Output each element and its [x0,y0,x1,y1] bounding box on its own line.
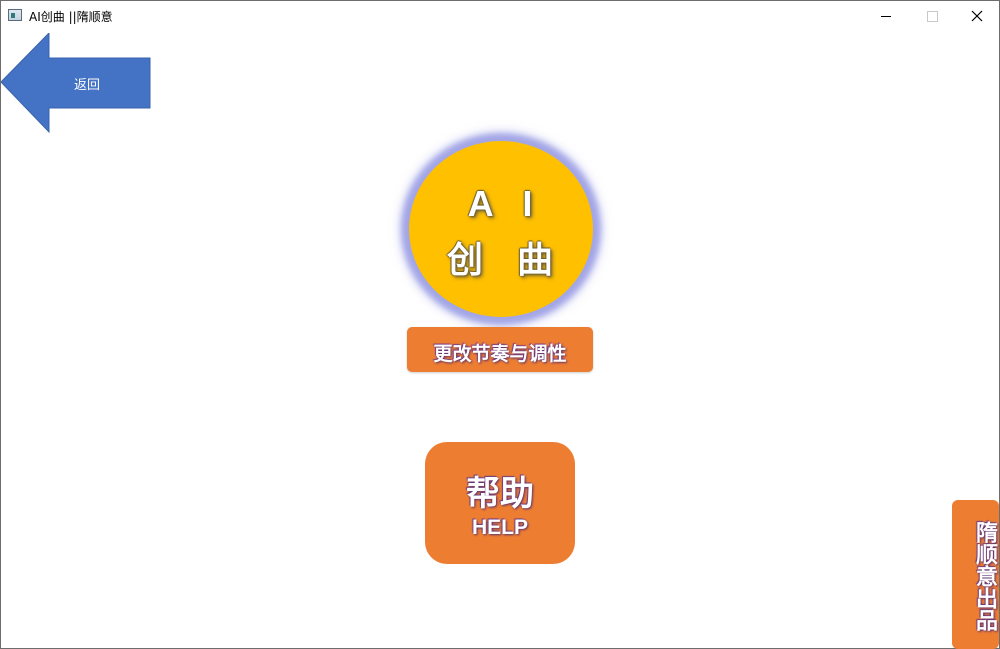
close-button[interactable] [954,1,1000,31]
maximize-button[interactable] [909,1,955,31]
title-bar[interactable]: AI创曲 ||隋顺意 [1,1,999,31]
help-label-en: HELP [471,516,528,539]
credit-label: 隋顺意出品 [972,521,998,631]
app-window: AI创曲 ||隋顺意 返回 A I 创 曲 更改节奏与调性 帮助 HELP 隋顺… [0,0,1000,649]
window-title: AI创曲 ||隋顺意 [29,10,113,24]
help-label-cn: 帮助 [466,474,534,514]
back-label: 返回 [73,78,100,93]
close-icon [971,10,983,22]
ai-compose-button[interactable]: A I 创 曲 [409,141,593,317]
minimize-button[interactable] [863,1,909,31]
help-button[interactable]: 帮助 HELP [425,442,575,564]
change-tempo-key-label: 更改节奏与调性 [433,343,567,365]
change-tempo-key-button[interactable]: 更改节奏与调性 [407,327,593,372]
ai-compose-line1: A I [467,183,543,224]
ai-compose-line2: 创 曲 [446,239,565,280]
credit-badge: 隋顺意出品 [952,500,999,649]
app-icon [8,9,22,21]
